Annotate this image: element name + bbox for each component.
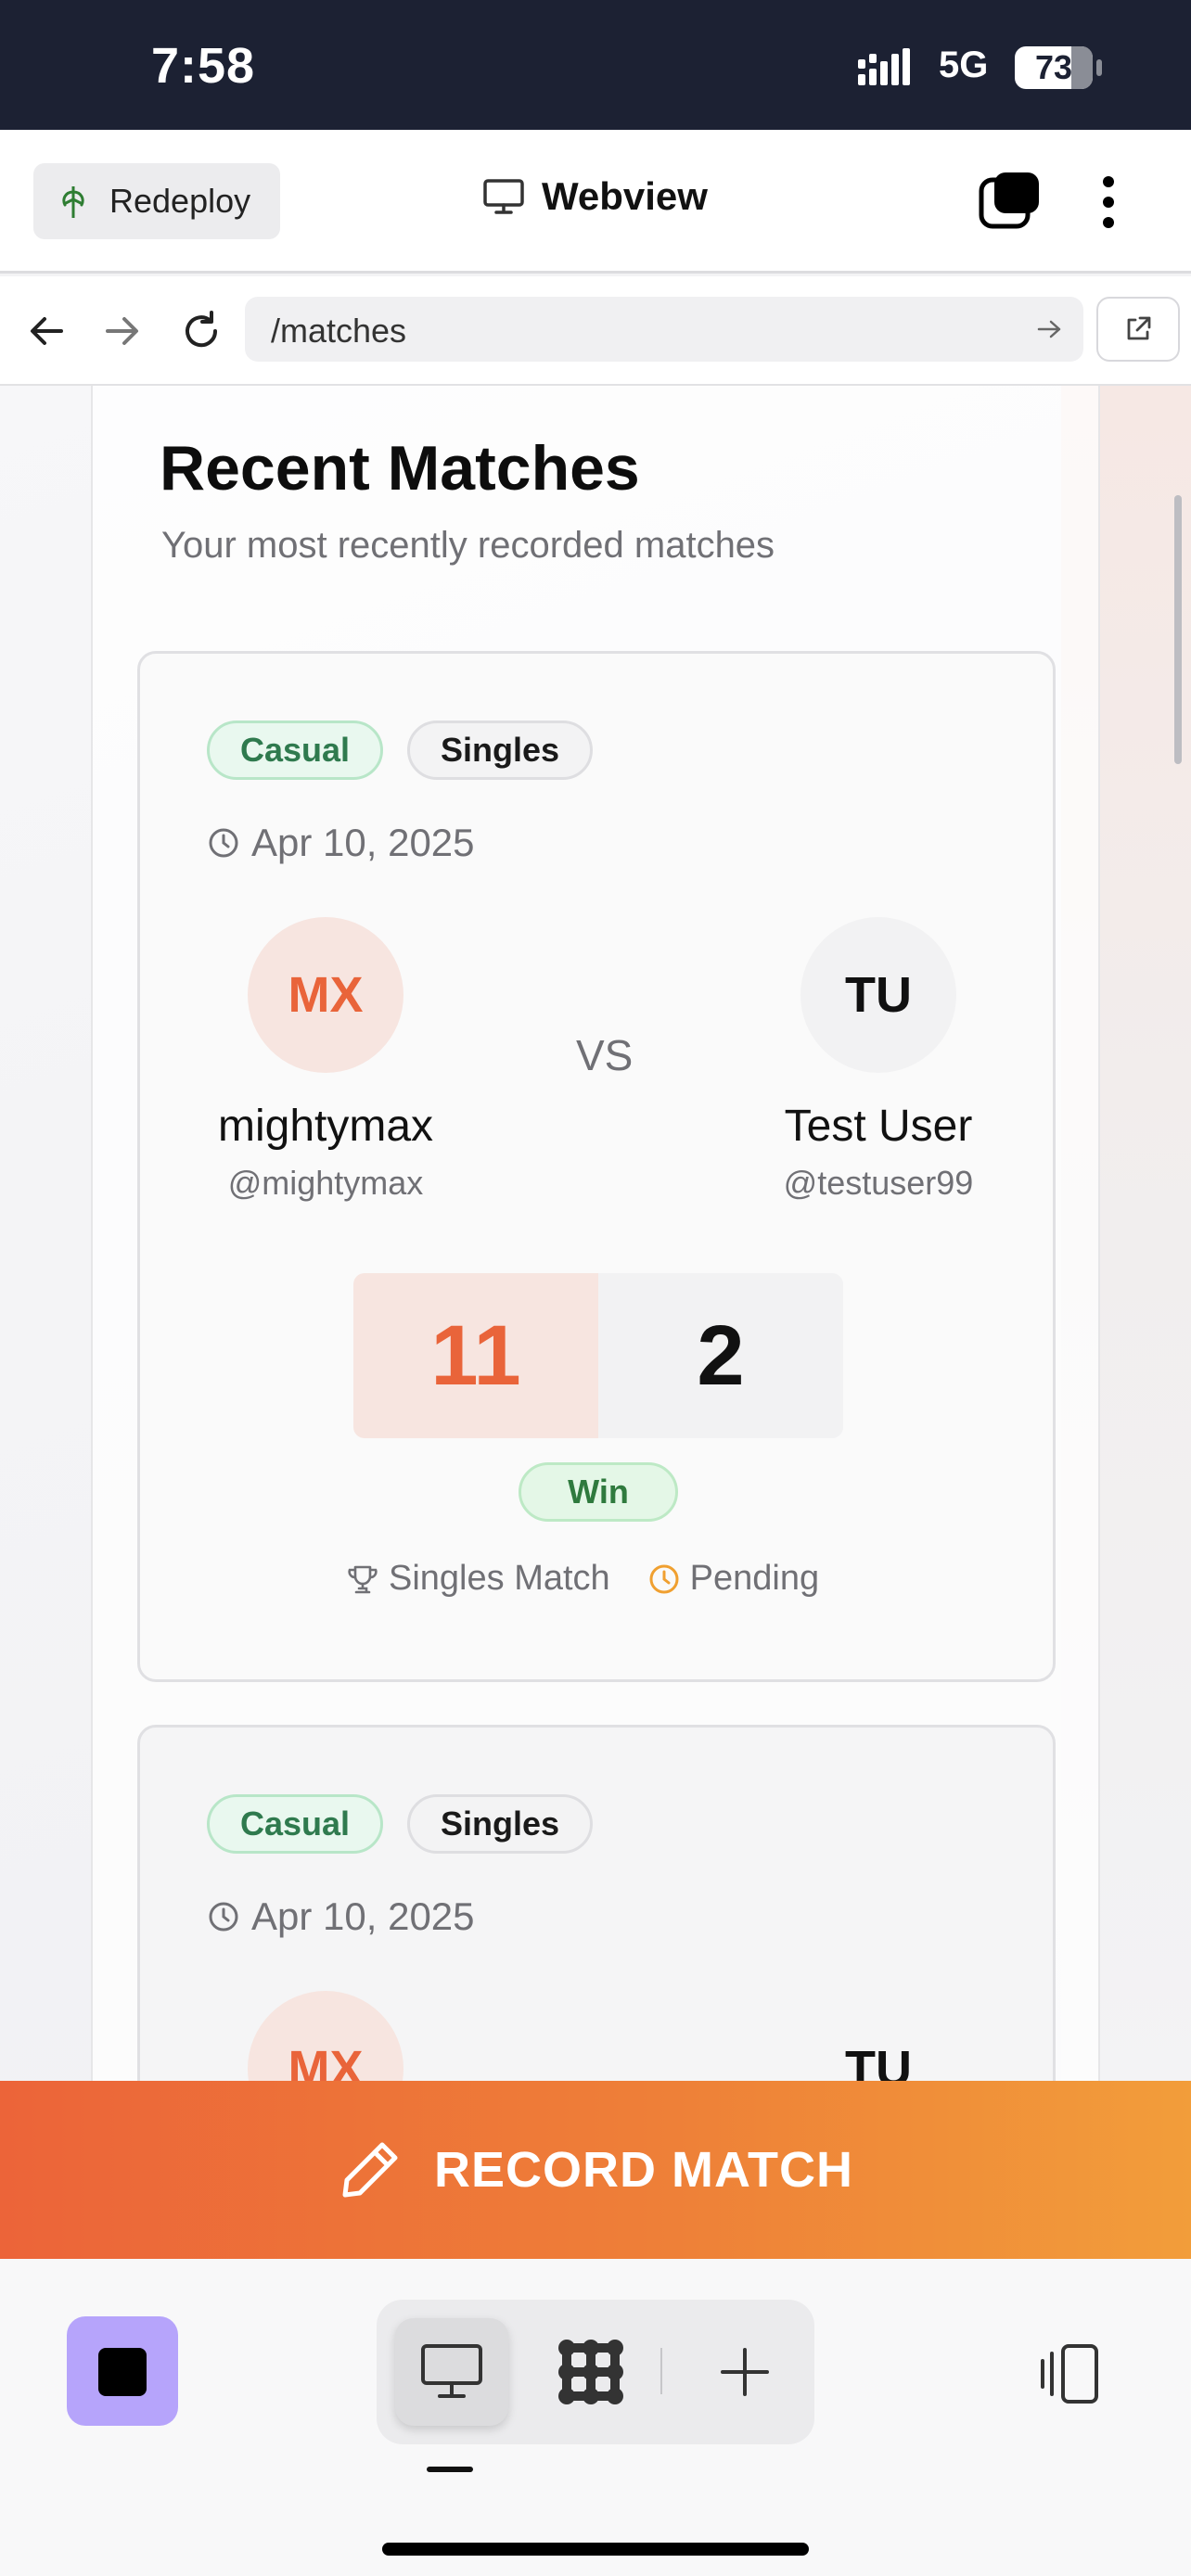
record-match-button[interactable]: RECORD MATCH bbox=[0, 2081, 1191, 2259]
match-format-badge: Singles bbox=[407, 721, 593, 780]
player-a-score: 11 bbox=[353, 1273, 598, 1438]
match-date-text: Apr 10, 2025 bbox=[251, 821, 475, 864]
player-a-avatar: MX bbox=[248, 917, 403, 1073]
score-box: 11 2 bbox=[353, 1273, 843, 1438]
url-text: /matches bbox=[271, 312, 407, 350]
monitor-icon bbox=[483, 179, 524, 214]
player-b-handle: @testuser99 bbox=[783, 1164, 974, 1202]
match-type-badge: Casual bbox=[207, 721, 383, 780]
match-status: Pending bbox=[689, 1559, 820, 1598]
match-card[interactable]: Casual Singles Apr 10, 2025 MX VS TU mig… bbox=[137, 651, 1056, 1682]
url-input[interactable]: /matches bbox=[245, 297, 1083, 362]
page-subtitle: Your most recently recorded matches bbox=[161, 525, 775, 566]
go-arrow-icon[interactable] bbox=[1035, 315, 1063, 343]
status-bar: 7:58 5G 73 bbox=[0, 0, 1191, 130]
bottom-toolbar bbox=[0, 2259, 1191, 2576]
player-b-avatar: TU bbox=[800, 917, 956, 1073]
match-date: Apr 10, 2025 bbox=[207, 1894, 475, 1939]
battery-level: 73 bbox=[1034, 48, 1073, 86]
match-card[interactable]: Casual Singles Apr 10, 2025 MX TU bbox=[137, 1725, 1056, 2081]
player-a-handle: @mightymax bbox=[227, 1164, 424, 1202]
url-bar: /matches bbox=[0, 276, 1191, 386]
divider bbox=[660, 2348, 662, 2394]
page-title: Recent Matches bbox=[160, 433, 640, 504]
desktop-icon bbox=[421, 2344, 482, 2398]
player-a-avatar: MX bbox=[248, 1991, 403, 2081]
pencil-icon bbox=[342, 2142, 398, 2198]
pending-clock-icon bbox=[649, 1564, 679, 1593]
stop-button[interactable] bbox=[67, 2316, 178, 2426]
player-b-score: 2 bbox=[598, 1273, 843, 1438]
clock-icon bbox=[209, 1902, 238, 1932]
rotate-icon[interactable] bbox=[1030, 2339, 1104, 2413]
external-link-icon bbox=[1127, 316, 1151, 340]
record-match-label: RECORD MATCH bbox=[434, 2142, 853, 2198]
player-b-name: Test User bbox=[784, 1102, 973, 1151]
redeploy-label: Redeploy bbox=[109, 182, 251, 220]
plus-icon bbox=[721, 2348, 769, 2396]
scrollbar[interactable] bbox=[1174, 495, 1182, 764]
battery-empty-portion bbox=[1071, 46, 1093, 89]
redeploy-button[interactable]: Redeploy bbox=[33, 163, 280, 239]
webview-title: Webview bbox=[482, 174, 708, 219]
tree-icon bbox=[62, 186, 84, 218]
result-badge: Win bbox=[519, 1462, 678, 1522]
stop-icon bbox=[98, 2348, 147, 2396]
more-icon[interactable] bbox=[1095, 172, 1122, 232]
battery-cap bbox=[1096, 59, 1102, 76]
match-format-badge: Singles bbox=[407, 1794, 593, 1854]
matches-panel: Recent Matches Your most recently record… bbox=[91, 386, 1100, 2081]
web-content: Recent Matches Your most recently record… bbox=[0, 386, 1191, 2081]
clock-icon bbox=[209, 828, 238, 858]
trophy-icon bbox=[348, 1565, 378, 1593]
status-time: 7:58 bbox=[151, 38, 256, 94]
reload-icon[interactable] bbox=[178, 308, 224, 354]
add-button[interactable] bbox=[688, 2318, 801, 2426]
forward-icon[interactable] bbox=[98, 308, 145, 354]
match-kind: Singles Match bbox=[389, 1559, 610, 1598]
view-switcher bbox=[377, 2300, 814, 2444]
battery-indicator: 73 bbox=[1015, 46, 1093, 89]
webview-title-label: Webview bbox=[542, 174, 708, 218]
match-meta: Singles Match Pending bbox=[346, 1559, 819, 1599]
player-a-name: mightymax bbox=[217, 1102, 434, 1151]
network-type: 5G bbox=[939, 45, 989, 85]
apps-icon bbox=[558, 2340, 623, 2404]
tabs-icon[interactable] bbox=[978, 171, 1043, 230]
vs-label: VS bbox=[576, 1031, 634, 1079]
player-b-avatar: TU bbox=[845, 2041, 912, 2081]
match-date: Apr 10, 2025 bbox=[207, 821, 475, 865]
apps-view-button[interactable] bbox=[534, 2318, 647, 2426]
home-indicator bbox=[382, 2543, 809, 2556]
match-date-text: Apr 10, 2025 bbox=[251, 1894, 475, 1938]
open-external-button[interactable] bbox=[1096, 297, 1180, 362]
active-indicator bbox=[427, 2467, 473, 2472]
back-icon[interactable] bbox=[24, 308, 70, 354]
signal-icon bbox=[858, 48, 910, 85]
app-bar: Redeploy Webview bbox=[0, 130, 1191, 274]
match-type-badge: Casual bbox=[207, 1794, 383, 1854]
desktop-view-button[interactable] bbox=[395, 2318, 508, 2426]
